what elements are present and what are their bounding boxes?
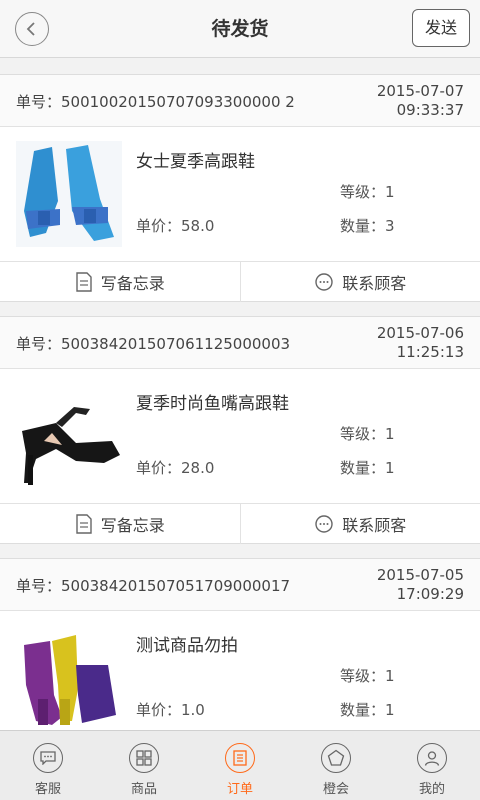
contact-customer-button[interactable]: 联系顾客 — [239, 504, 480, 544]
tab-orange-club[interactable]: 橙会 — [288, 731, 384, 800]
product-image[interactable] — [16, 141, 122, 247]
chevron-left-icon — [26, 22, 35, 36]
write-memo-label: 写备忘录 — [100, 516, 165, 535]
order-date: 2015-07-05 — [376, 566, 464, 584]
top-bar: 待发货 发送 — [0, 0, 480, 58]
product-name: 女士夏季高跟鞋 — [136, 152, 255, 172]
product-grade: 等级：1 — [340, 667, 395, 685]
product-quantity: 数量：1 — [340, 701, 395, 719]
tab-label: 橙会 — [322, 782, 349, 797]
order-actions: 写备忘录 联系顾客 — [0, 503, 480, 544]
order-time: 17:09:29 — [396, 585, 464, 603]
tab-label: 客服 — [34, 782, 61, 797]
person-icon — [417, 743, 447, 773]
tab-label: 我的 — [418, 782, 445, 797]
order-actions: 写备忘录 联系顾客 — [0, 261, 480, 302]
order-time: 09:33:37 — [396, 101, 464, 119]
memo-icon — [76, 272, 92, 292]
order-card: 单号：50010020150707093300000 2 2015-07-07 … — [0, 74, 480, 302]
order-number: 单号：500384201507061125000003 — [16, 335, 291, 353]
product-price: 单价：58.0 — [136, 217, 215, 235]
back-button[interactable] — [15, 12, 49, 46]
product-image[interactable] — [16, 625, 122, 731]
product-grade: 等级：1 — [340, 425, 395, 443]
document-icon — [225, 743, 255, 773]
product-quantity: 数量：3 — [340, 217, 395, 235]
order-time: 11:25:13 — [396, 343, 464, 361]
contact-customer-label: 联系顾客 — [342, 516, 407, 535]
order-datetime: 2015-07-07 09:33:37 — [377, 82, 464, 120]
product-image[interactable] — [16, 383, 122, 489]
order-number: 单号：50010020150707093300000 2 — [16, 93, 295, 111]
chat-bubble-icon — [315, 515, 333, 533]
product-price: 单价：1.0 — [136, 701, 205, 719]
tab-customer-service[interactable]: 客服 — [0, 731, 96, 800]
write-memo-label: 写备忘录 — [100, 274, 165, 293]
product-name: 测试商品勿拍 — [136, 636, 238, 656]
order-card: 单号：500384201507061125000003 2015-07-06 1… — [0, 316, 480, 544]
write-memo-button[interactable]: 写备忘录 — [0, 262, 240, 302]
bottom-tab-bar: 客服 商品 订单 橙会 我的 — [0, 730, 480, 800]
contact-customer-label: 联系顾客 — [342, 274, 407, 293]
product-grade: 等级：1 — [340, 183, 395, 201]
product-price: 单价：28.0 — [136, 459, 215, 477]
order-card: 单号：500384201507051709000017 2015-07-05 1… — [0, 558, 480, 748]
order-date: 2015-07-06 — [376, 324, 464, 342]
send-button[interactable]: 发送 — [412, 9, 470, 47]
tab-label: 订单 — [226, 782, 253, 797]
order-header: 单号：500384201507051709000017 2015-07-05 1… — [0, 559, 480, 611]
page-title: 待发货 — [211, 18, 269, 40]
grid-icon — [129, 743, 159, 773]
tab-products[interactable]: 商品 — [96, 731, 192, 800]
order-datetime: 2015-07-05 17:09:29 — [377, 566, 464, 604]
write-memo-button[interactable]: 写备忘录 — [0, 504, 240, 544]
contact-customer-button[interactable]: 联系顾客 — [239, 262, 480, 302]
order-header: 单号：500384201507061125000003 2015-07-06 1… — [0, 317, 480, 369]
order-number: 单号：500384201507051709000017 — [16, 577, 291, 595]
product-quantity: 数量：1 — [340, 459, 395, 477]
tab-me[interactable]: 我的 — [384, 731, 480, 800]
order-date: 2015-07-07 — [376, 82, 464, 100]
product-name: 夏季时尚鱼嘴高跟鞋 — [136, 394, 289, 414]
tab-label: 商品 — [130, 782, 157, 797]
pentagon-icon — [321, 743, 351, 773]
tab-orders[interactable]: 订单 — [192, 731, 288, 800]
order-header: 单号：50010020150707093300000 2 2015-07-07 … — [0, 75, 480, 127]
chat-icon — [33, 743, 63, 773]
memo-icon — [76, 514, 92, 534]
chat-bubble-icon — [315, 273, 333, 291]
order-datetime: 2015-07-06 11:25:13 — [377, 324, 464, 362]
